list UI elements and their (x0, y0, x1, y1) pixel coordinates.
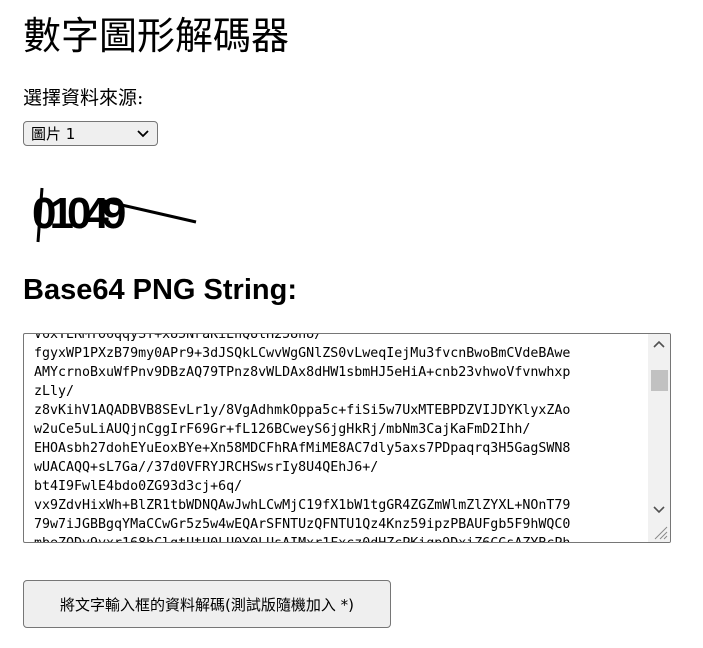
scroll-down-icon[interactable] (648, 502, 670, 520)
scroll-up-icon[interactable] (648, 336, 670, 354)
source-label: 選擇資料來源: (23, 87, 144, 109)
captcha-text: 01049 (32, 189, 125, 238)
base64-heading: Base64 PNG String: (23, 274, 297, 306)
chevron-down-icon (137, 124, 149, 148)
base64-textarea-content: V6xYERMTo6qqyST+x85NraKiEnQUtH258n8/ fgy… (34, 333, 571, 542)
textarea-scrollbar[interactable] (648, 334, 670, 542)
source-select-value: 圖片 1 (31, 125, 76, 143)
scroll-thumb[interactable] (651, 370, 668, 391)
captcha-image: 01049 (32, 187, 197, 243)
decode-button[interactable]: 將文字輸入框的資料解碼(測試版隨機加入 *) (23, 580, 391, 628)
resize-grip-icon[interactable] (652, 524, 668, 540)
base64-textarea[interactable]: V6xYERMTo6qqyST+x85NraKiEnQUtH258n8/ fgy… (23, 333, 671, 543)
page-title: 數字圖形解碼器 (23, 14, 290, 58)
source-select[interactable]: 圖片 1 (23, 121, 158, 146)
